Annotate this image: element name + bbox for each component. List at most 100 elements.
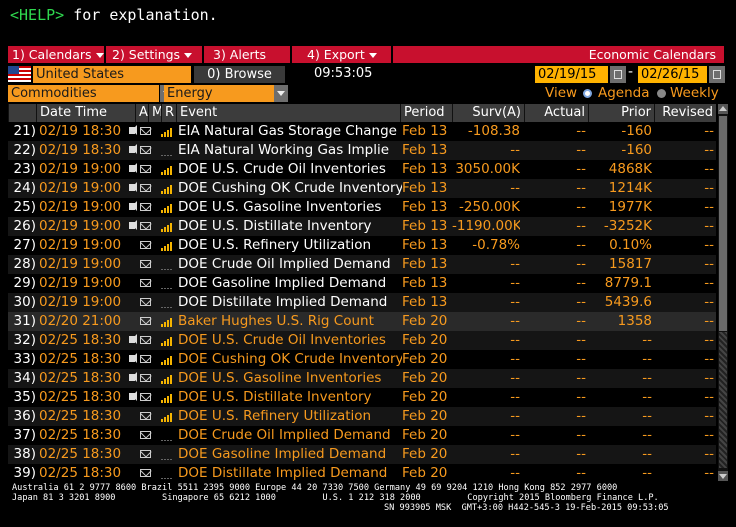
speaker-icon[interactable]: [129, 334, 137, 344]
country-field[interactable]: United States: [33, 66, 191, 83]
chevron-down-icon[interactable]: [274, 85, 288, 102]
scroll-up-icon[interactable]: [718, 104, 728, 114]
menu-export[interactable]: 4) Export: [307, 46, 377, 63]
col-mail[interactable]: M: [148, 104, 161, 122]
col-period[interactable]: Period: [400, 104, 452, 122]
envelope-icon[interactable]: [140, 127, 151, 135]
table-row[interactable]: 37) 02/25 18:30 DOE Crude Oil Implied Dema…: [8, 426, 716, 445]
row-event[interactable]: DOE Distillate Implied Demand: [178, 464, 402, 481]
row-event[interactable]: EIA Natural Gas Storage Change: [178, 122, 402, 141]
row-event[interactable]: DOE Cushing OK Crude Inventory: [178, 179, 402, 198]
envelope-icon[interactable]: [140, 450, 151, 458]
speaker-icon[interactable]: [129, 353, 137, 363]
envelope-icon[interactable]: [140, 222, 151, 230]
subcategory-filter[interactable]: Energy: [164, 85, 274, 102]
table-row[interactable]: 34) 02/25 18:30 DOE U.S. Gasoline Inventor…: [8, 369, 716, 388]
row-event[interactable]: DOE U.S. Distillate Inventory: [178, 388, 402, 407]
table-row[interactable]: 38) 02/25 18:30 DOE Gasoline Implied Deman…: [8, 445, 716, 464]
envelope-icon[interactable]: [140, 393, 151, 401]
speaker-icon[interactable]: [129, 163, 137, 173]
row-event[interactable]: DOE Gasoline Implied Demand: [178, 445, 402, 464]
envelope-icon[interactable]: [140, 165, 151, 173]
envelope-icon[interactable]: [140, 241, 151, 249]
row-event[interactable]: DOE U.S. Gasoline Inventories: [178, 198, 402, 217]
envelope-icon[interactable]: [140, 355, 151, 363]
envelope-icon[interactable]: [140, 184, 151, 192]
row-event[interactable]: DOE U.S. Distillate Inventory: [178, 217, 402, 236]
envelope-icon[interactable]: [140, 260, 151, 268]
envelope-icon[interactable]: [140, 374, 151, 382]
col-survey[interactable]: Surv(A): [452, 104, 524, 122]
agenda-radio[interactable]: [583, 89, 592, 98]
row-event[interactable]: Baker Hughes U.S. Rig Count: [178, 312, 402, 331]
table-row[interactable]: 21) 02/19 18:30 EIA Natural Gas Storage Ch…: [8, 122, 716, 141]
envelope-icon[interactable]: [140, 336, 151, 344]
table-row[interactable]: 31) 02/20 21:00 Baker Hughes U.S. Rig Coun…: [8, 312, 716, 331]
speaker-icon[interactable]: [129, 391, 137, 401]
col-audio[interactable]: A: [135, 104, 148, 122]
table-row[interactable]: 29) 02/19 19:00 DOE Gasoline Implied Deman…: [8, 274, 716, 293]
table-row[interactable]: 32) 02/25 18:30 DOE U.S. Crude Oil Invento…: [8, 331, 716, 350]
table-row[interactable]: 23) 02/19 19:00 DOE U.S. Crude Oil Invento…: [8, 160, 716, 179]
envelope-icon[interactable]: [140, 317, 151, 325]
table-row[interactable]: 22) 02/19 18:30 EIA Natural Working Gas Im…: [8, 141, 716, 160]
speaker-icon[interactable]: [129, 220, 137, 230]
menu-calendars[interactable]: 1) Calendars: [12, 46, 104, 63]
col-relevance[interactable]: R: [161, 104, 176, 122]
scroll-down-icon[interactable]: [718, 471, 728, 481]
row-event[interactable]: DOE U.S. Crude Oil Inventories: [178, 331, 402, 350]
table-row[interactable]: 39) 02/25 18:30 DOE Distillate Implied Dem…: [8, 464, 716, 481]
speaker-icon[interactable]: [129, 125, 137, 135]
table-row[interactable]: 33) 02/25 18:30 DOE Cushing OK Crude Inven…: [8, 350, 716, 369]
browse-button[interactable]: 0) Browse: [194, 66, 285, 83]
table-row[interactable]: 35) 02/25 18:30 DOE U.S. Distillate Invent…: [8, 388, 716, 407]
envelope-icon[interactable]: [140, 431, 151, 439]
col-revised[interactable]: Revised: [654, 104, 716, 122]
calendar-icon[interactable]: [610, 66, 626, 83]
col-actual[interactable]: Actual: [524, 104, 588, 122]
row-event[interactable]: DOE U.S. Crude Oil Inventories: [178, 160, 402, 179]
table-row[interactable]: 25) 02/19 19:00 DOE U.S. Gasoline Inventor…: [8, 198, 716, 217]
row-event[interactable]: DOE U.S. Gasoline Inventories: [178, 369, 402, 388]
row-event[interactable]: DOE Cushing OK Crude Inventory: [178, 350, 402, 369]
row-event[interactable]: DOE U.S. Refinery Utilization: [178, 236, 402, 255]
row-event[interactable]: DOE Gasoline Implied Demand: [178, 274, 402, 293]
row-event[interactable]: EIA Natural Working Gas Implie: [178, 141, 402, 160]
envelope-icon[interactable]: [140, 146, 151, 154]
date-to-field[interactable]: 02/26/15: [638, 66, 707, 83]
envelope-icon[interactable]: [140, 203, 151, 211]
scrollbar-track[interactable]: [719, 332, 727, 468]
agenda-label[interactable]: Agenda: [598, 85, 650, 101]
table-row[interactable]: 36) 02/25 18:30 DOE U.S. Refinery Utilizat…: [8, 407, 716, 426]
speaker-icon[interactable]: [129, 144, 137, 154]
scrollbar[interactable]: [718, 104, 728, 481]
envelope-icon[interactable]: [140, 412, 151, 420]
date-from-field[interactable]: 02/19/15: [535, 66, 608, 83]
col-prior[interactable]: Prior: [588, 104, 654, 122]
row-event[interactable]: DOE Crude Oil Implied Demand: [178, 255, 402, 274]
menu-alerts[interactable]: 3) Alerts: [213, 46, 266, 63]
table-row[interactable]: 24) 02/19 19:00 DOE Cushing OK Crude Inven…: [8, 179, 716, 198]
help-key[interactable]: <HELP>: [10, 6, 64, 24]
col-event[interactable]: Event: [176, 104, 400, 122]
speaker-icon[interactable]: [129, 201, 137, 211]
col-datetime[interactable]: Date Time: [36, 104, 135, 122]
table-row[interactable]: 26) 02/19 19:00 DOE U.S. Distillate Invent…: [8, 217, 716, 236]
menu-settings[interactable]: 2) Settings: [112, 46, 193, 63]
weekly-radio[interactable]: [657, 89, 666, 98]
table-row[interactable]: 30) 02/19 19:00 DOE Distillate Implied Dem…: [8, 293, 716, 312]
row-event[interactable]: DOE Crude Oil Implied Demand: [178, 426, 402, 445]
envelope-icon[interactable]: [140, 469, 151, 477]
envelope-icon[interactable]: [140, 279, 151, 287]
table-row[interactable]: 28) 02/19 19:00 DOE Crude Oil Implied Dema…: [8, 255, 716, 274]
weekly-label[interactable]: Weekly: [670, 85, 719, 101]
calendar-icon[interactable]: [709, 66, 725, 83]
row-event[interactable]: DOE U.S. Refinery Utilization: [178, 407, 402, 426]
category-filter[interactable]: Commodities: [8, 85, 159, 102]
table-row[interactable]: 27) 02/19 19:00 DOE U.S. Refinery Utilizat…: [8, 236, 716, 255]
row-event[interactable]: DOE Distillate Implied Demand: [178, 293, 402, 312]
speaker-icon[interactable]: [129, 182, 137, 192]
scrollbar-thumb[interactable]: [719, 116, 727, 331]
speaker-icon[interactable]: [129, 372, 137, 382]
envelope-icon[interactable]: [140, 298, 151, 306]
